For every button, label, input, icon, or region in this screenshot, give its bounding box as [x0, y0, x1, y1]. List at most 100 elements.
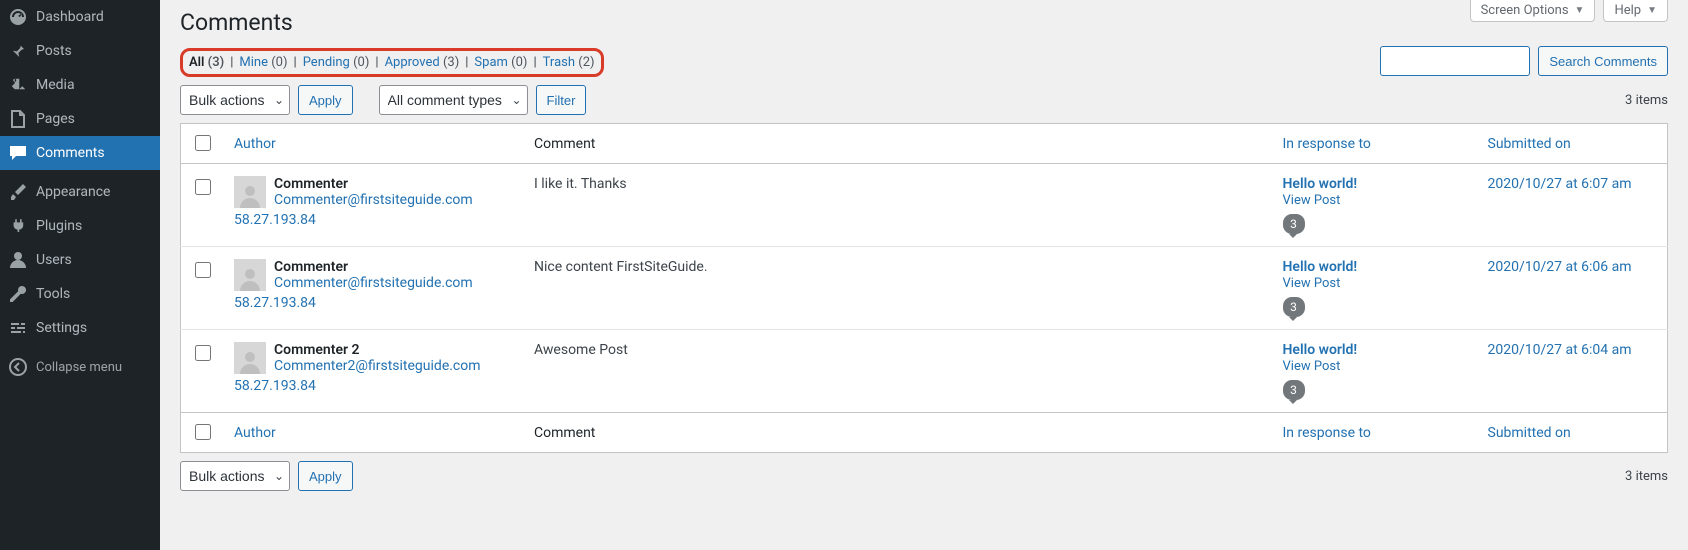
collapse-menu[interactable]: Collapse menu — [0, 350, 160, 384]
comment-type-select[interactable]: All comment types — [379, 85, 528, 115]
sidebar-item-comments[interactable]: Comments — [0, 136, 160, 170]
pin-icon — [8, 41, 28, 61]
bulk-actions-bottom: Bulk actions ⌄ Apply — [180, 461, 353, 491]
chevron-down-icon: ▼ — [1647, 5, 1657, 16]
sidebar-item-posts[interactable]: Posts — [0, 34, 160, 68]
author-email[interactable]: Commenter2@firstsiteguide.com — [274, 358, 481, 374]
sidebar-item-label: Appearance — [36, 184, 110, 200]
row-checkbox[interactable] — [195, 262, 211, 278]
sidebar-item-pages[interactable]: Pages — [0, 102, 160, 136]
sidebar-item-appearance[interactable]: Appearance — [0, 175, 160, 209]
sidebar-item-label: Tools — [36, 286, 70, 302]
author-ip[interactable]: 58.27.193.84 — [234, 295, 514, 311]
avatar — [234, 259, 266, 291]
sidebar-item-label: Comments — [36, 145, 105, 161]
help-label: Help — [1614, 3, 1641, 18]
wrench-icon — [8, 284, 28, 304]
col-response-header[interactable]: In response to — [1283, 136, 1371, 152]
sidebar-item-settings[interactable]: Settings — [0, 311, 160, 345]
select-all-top[interactable] — [195, 135, 211, 151]
submitted-date[interactable]: 2020/10/27 at 6:04 am — [1488, 342, 1632, 358]
author-name: Commenter 2 — [274, 342, 360, 358]
items-count-top: 3 items — [1625, 93, 1668, 108]
author-ip[interactable]: 58.27.193.84 — [234, 212, 514, 228]
bulk-action-select-bottom[interactable]: Bulk actions — [180, 461, 290, 491]
status-filter-link[interactable]: Approved (3) — [385, 55, 460, 70]
avatar — [234, 176, 266, 208]
comment-row: Commenter 2Commenter2@firstsiteguide.com… — [181, 330, 1668, 413]
status-filter-spam: Spam (0) — [459, 55, 527, 70]
apply-button[interactable]: Apply — [298, 85, 353, 115]
screen-meta-tabs: Screen Options ▼ Help ▼ — [1470, 0, 1668, 22]
page-icon — [8, 109, 28, 129]
sidebar-item-label: Settings — [36, 320, 87, 336]
comment-count-badge[interactable]: 3 — [1283, 380, 1305, 400]
col-author-footer[interactable]: Author — [234, 425, 276, 441]
comment-text: Nice content FirstSiteGuide. — [534, 259, 708, 275]
sidebar-item-label: Media — [36, 77, 75, 93]
status-filter-link[interactable]: Pending (0) — [303, 55, 370, 70]
status-filter-mine: Mine (0) — [224, 55, 287, 70]
view-post-link[interactable]: View Post — [1283, 359, 1341, 374]
search-input[interactable] — [1380, 46, 1530, 76]
select-all-bottom[interactable] — [195, 424, 211, 440]
row-checkbox[interactable] — [195, 179, 211, 195]
author-email[interactable]: Commenter@firstsiteguide.com — [274, 192, 473, 208]
sidebar-item-label: Users — [36, 252, 72, 268]
sidebar-item-media[interactable]: Media — [0, 68, 160, 102]
comment-icon — [8, 143, 28, 163]
comment-count-badge[interactable]: 3 — [1283, 214, 1305, 234]
tablenav-bottom: Bulk actions ⌄ Apply 3 items — [180, 453, 1668, 499]
col-author-header[interactable]: Author — [234, 136, 276, 152]
status-filter-link[interactable]: All (3) — [189, 55, 224, 70]
tablenav-top: Bulk actions ⌄ Apply All comment types ⌄… — [180, 77, 1668, 123]
author-email[interactable]: Commenter@firstsiteguide.com — [274, 275, 473, 291]
col-comment-header: Comment — [524, 124, 1273, 164]
view-post-link[interactable]: View Post — [1283, 193, 1341, 208]
help-tab[interactable]: Help ▼ — [1603, 0, 1668, 22]
page-title: Comments — [180, 0, 1668, 40]
response-post-title[interactable]: Hello world! — [1283, 342, 1358, 358]
media-icon — [8, 75, 28, 95]
status-filter-all: All (3) — [189, 55, 224, 70]
sidebar-item-label: Pages — [36, 111, 75, 127]
status-filter-bar: All (3) Mine (0) Pending (0) Approved (3) Sp… — [180, 48, 604, 77]
author-ip[interactable]: 58.27.193.84 — [234, 378, 514, 394]
bulk-action-select[interactable]: Bulk actions — [180, 85, 290, 115]
sidebar-item-dashboard[interactable]: Dashboard — [0, 0, 160, 34]
search-box: Search Comments — [1380, 46, 1668, 76]
col-date-footer[interactable]: Submitted on — [1488, 425, 1571, 441]
sidebar-item-label: Plugins — [36, 218, 82, 234]
screen-options-tab[interactable]: Screen Options ▼ — [1470, 0, 1596, 22]
filter-button[interactable]: Filter — [536, 85, 587, 115]
submitted-date[interactable]: 2020/10/27 at 6:06 am — [1488, 259, 1632, 275]
row-checkbox[interactable] — [195, 345, 211, 361]
status-filter-link[interactable]: Spam (0) — [474, 55, 527, 70]
collapse-label: Collapse menu — [36, 360, 122, 375]
response-post-title[interactable]: Hello world! — [1283, 176, 1358, 192]
sidebar-item-users[interactable]: Users — [0, 243, 160, 277]
comment-row: CommenterCommenter@firstsiteguide.com58.… — [181, 164, 1668, 247]
view-post-link[interactable]: View Post — [1283, 276, 1341, 291]
col-date-header[interactable]: Submitted on — [1488, 136, 1571, 152]
brush-icon — [8, 182, 28, 202]
status-filter-approved: Approved (3) — [369, 55, 459, 70]
apply-button-bottom[interactable]: Apply — [298, 461, 353, 491]
search-button[interactable]: Search Comments — [1538, 46, 1668, 76]
submitted-date[interactable]: 2020/10/27 at 6:07 am — [1488, 176, 1632, 192]
admin-sidebar: Dashboard Posts Media Pages Comments Appearan… — [0, 0, 160, 550]
response-post-title[interactable]: Hello world! — [1283, 259, 1358, 275]
status-filter-pending: Pending (0) — [288, 55, 370, 70]
status-filter-link[interactable]: Mine (0) — [239, 55, 287, 70]
comment-text: Awesome Post — [534, 342, 628, 358]
screen-options-label: Screen Options — [1481, 3, 1569, 18]
comment-count-badge[interactable]: 3 — [1283, 297, 1305, 317]
comment-text: I like it. Thanks — [534, 176, 627, 192]
col-response-footer[interactable]: In response to — [1283, 425, 1371, 441]
collapse-icon — [8, 357, 28, 377]
sidebar-item-plugins[interactable]: Plugins — [0, 209, 160, 243]
sidebar-item-tools[interactable]: Tools — [0, 277, 160, 311]
status-filter-link[interactable]: Trash (2) — [543, 55, 595, 70]
sidebar-item-label: Posts — [36, 43, 72, 59]
sliders-icon — [8, 318, 28, 338]
